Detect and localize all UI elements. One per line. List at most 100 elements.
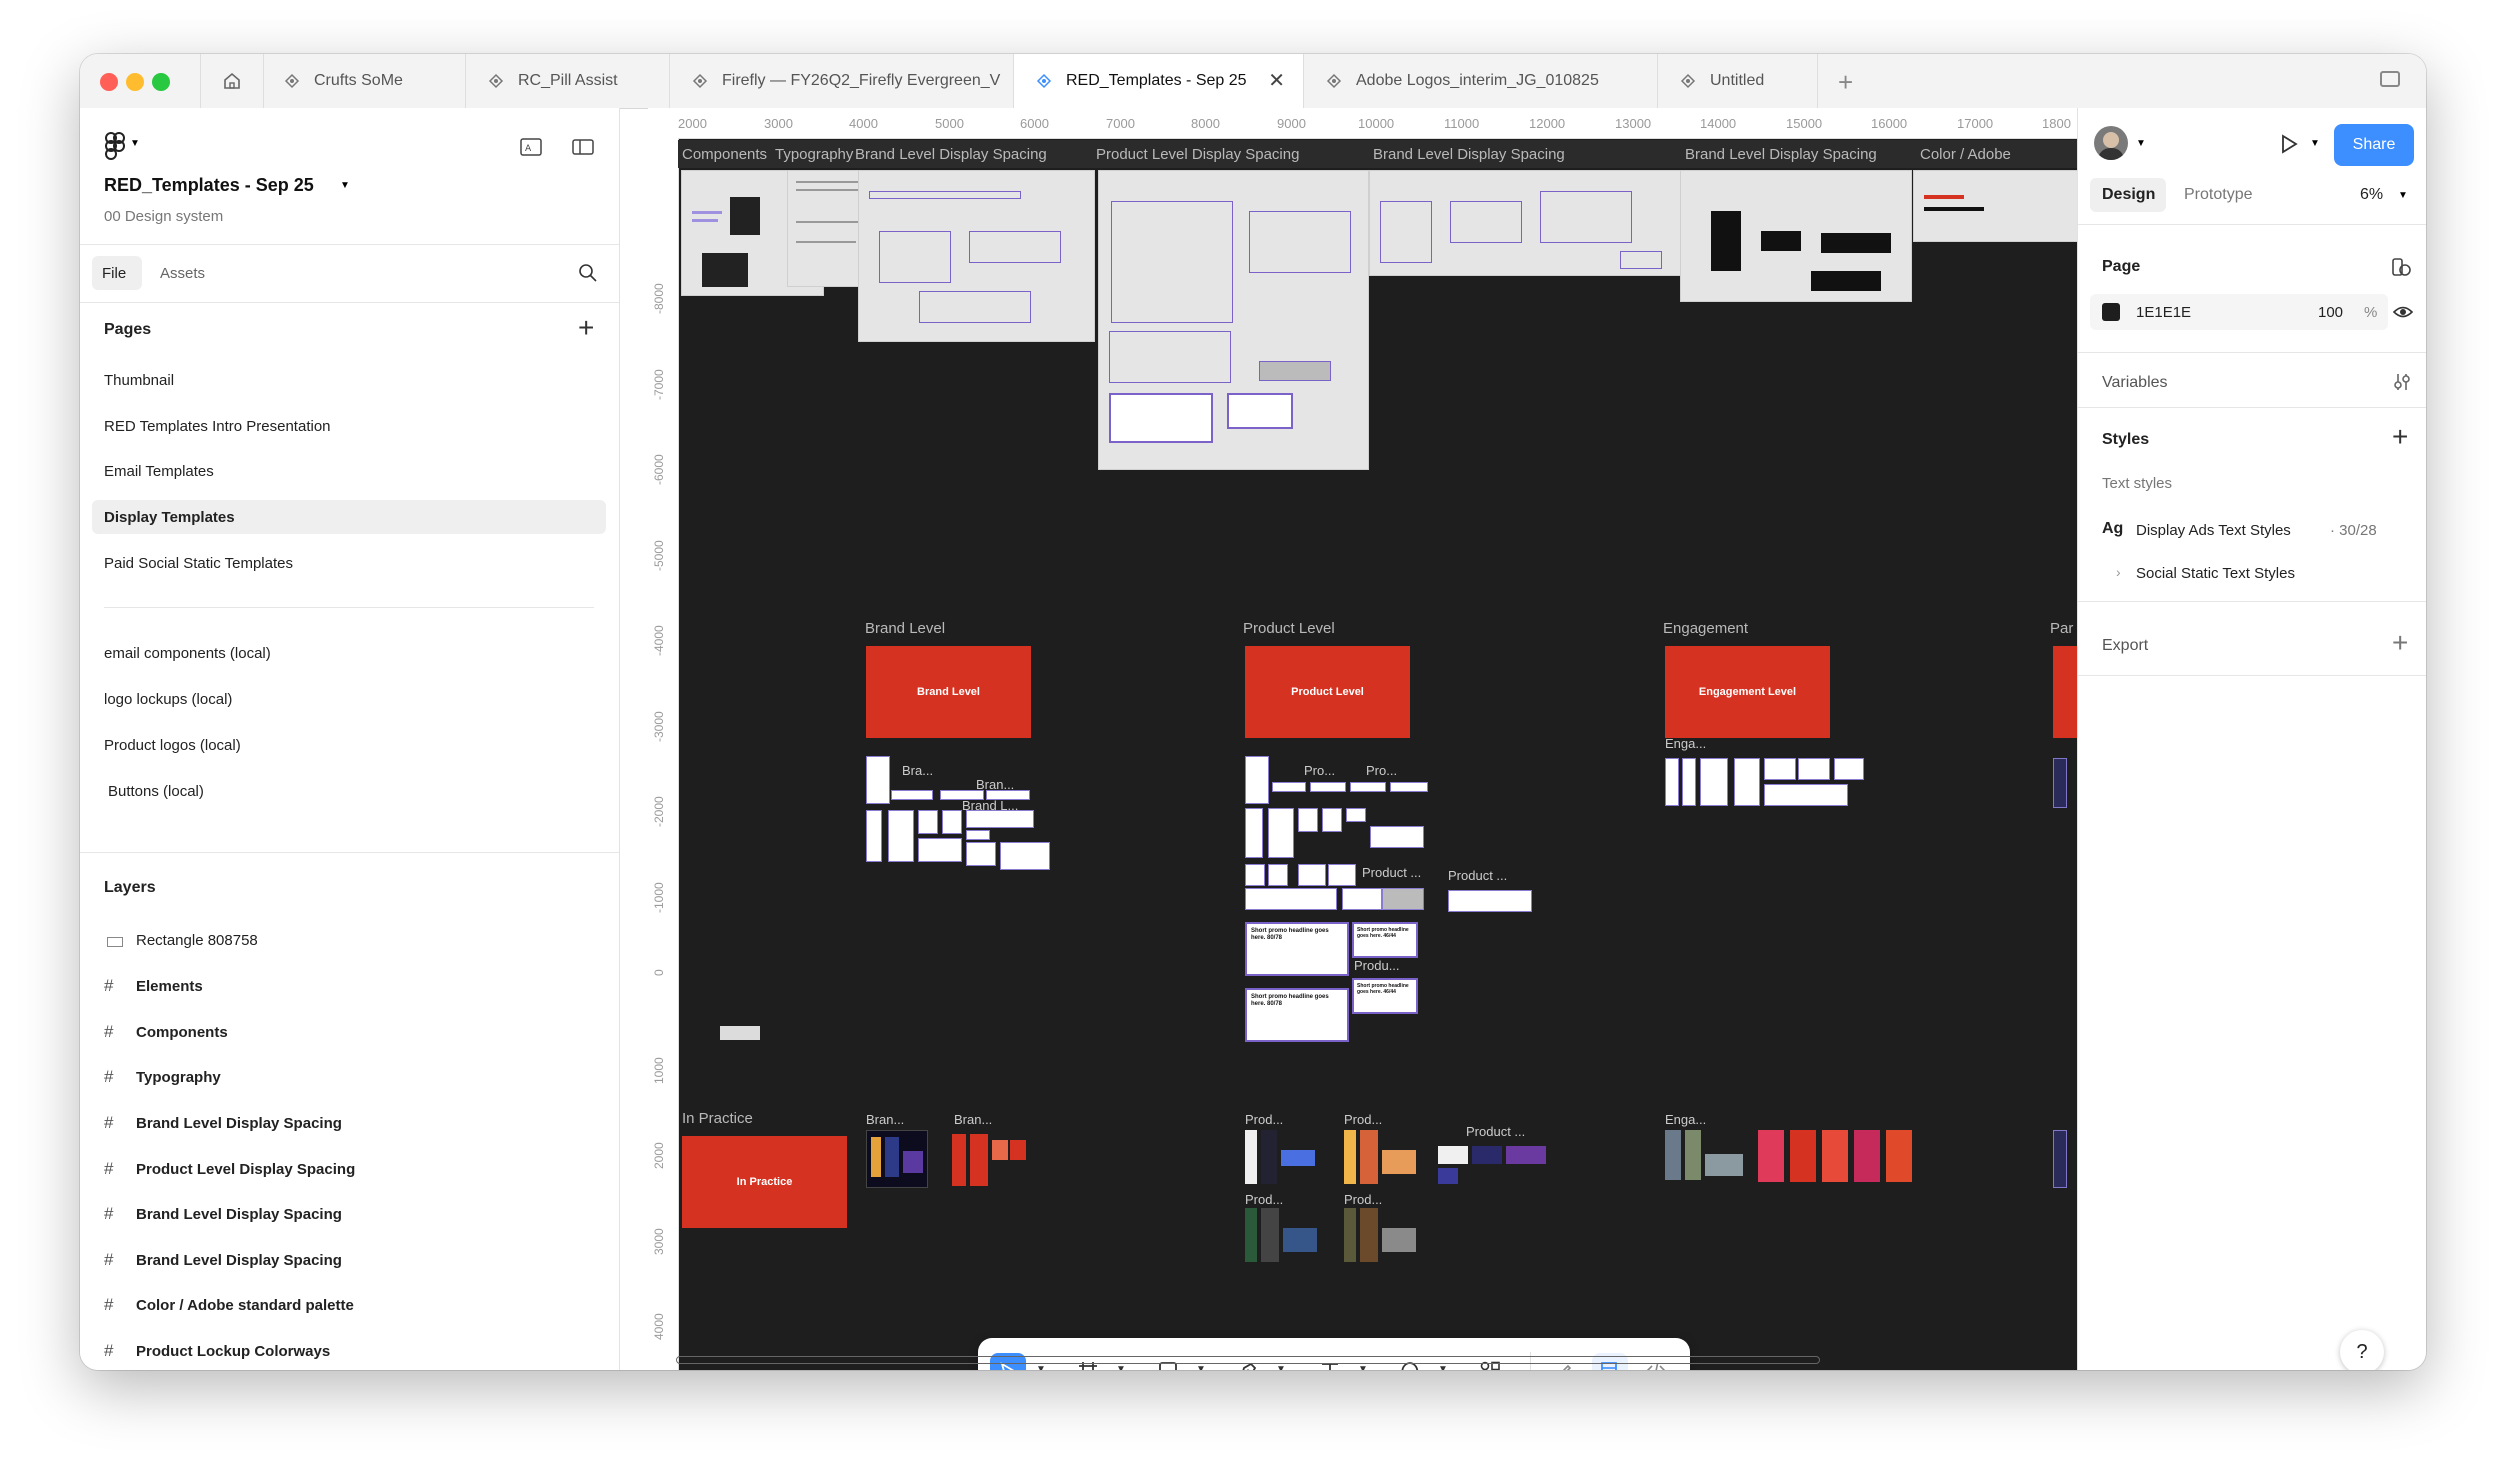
chevron-down-icon[interactable]: ▼ — [130, 138, 140, 149]
chevron-down-icon[interactable]: ▼ — [1358, 1364, 1368, 1370]
visibility-eye-icon[interactable] — [2392, 302, 2414, 322]
frame-label[interactable]: Enga... — [1665, 736, 1706, 751]
layer-item[interactable]: Brand Level Display Spacing — [136, 1206, 342, 1223]
layer-item[interactable]: Color / Adobe standard palette — [136, 1297, 354, 1314]
tab-prototype[interactable]: Prototype — [2184, 186, 2252, 204]
ad-thumbnail-partial[interactable] — [2053, 758, 2067, 808]
ad-thumbnail[interactable] — [1764, 758, 1796, 780]
export-header[interactable]: Export — [2102, 637, 2148, 655]
layer-item[interactable]: Typography — [136, 1069, 221, 1086]
tab-untitled[interactable]: Untitled — [1658, 54, 1818, 108]
frame-label[interactable]: Produ... — [1354, 958, 1400, 973]
tab-rc-pill[interactable]: RC_Pill Assist — [466, 54, 670, 108]
ad-preview-group[interactable] — [1438, 1146, 1548, 1186]
new-tab-icon[interactable]: + — [1838, 67, 1853, 98]
frame-label[interactable]: Prod... — [1344, 1192, 1382, 1207]
file-title[interactable]: RED_Templates - Sep 25 — [104, 175, 314, 196]
ad-thumbnail[interactable] — [1268, 808, 1294, 858]
ad-thumbnail[interactable] — [1382, 888, 1424, 910]
page-item-selected[interactable]: Display Templates — [104, 509, 235, 526]
card-in-practice[interactable]: In Practice — [682, 1136, 847, 1228]
frame-label[interactable]: Bran... — [866, 1112, 904, 1127]
project-name[interactable]: 00 Design system — [104, 208, 223, 225]
chevron-down-icon[interactable]: ▼ — [2398, 190, 2408, 201]
layer-item[interactable]: Product Level Display Spacing — [136, 1161, 355, 1178]
tab-adobe-logos[interactable]: Adobe Logos_interim_JG_010825 — [1304, 54, 1658, 108]
page-item[interactable]: Product logos (local) — [104, 737, 241, 754]
ad-thumbnail[interactable] — [866, 756, 890, 804]
ad-preview-group[interactable] — [1245, 1130, 1319, 1186]
page-style-icon[interactable] — [2390, 256, 2412, 278]
ad-thumbnail[interactable] — [966, 830, 990, 840]
ad-thumbnail[interactable] — [1346, 808, 1366, 822]
style-item[interactable]: Display Ads Text Styles — [2136, 522, 2291, 539]
search-icon[interactable] — [578, 263, 598, 283]
card-partial[interactable] — [2053, 646, 2077, 738]
ad-preview-group[interactable] — [1344, 1130, 1420, 1186]
style-group[interactable]: Social Static Text Styles — [2136, 565, 2295, 582]
frame-label[interactable]: Product ... — [1448, 868, 1507, 883]
card-product-level[interactable]: Product Level — [1245, 646, 1410, 738]
ad-thumbnail[interactable] — [918, 838, 962, 862]
section-label[interactable]: Brand Level — [865, 620, 945, 637]
tab-crufts[interactable]: Crufts SoMe — [262, 54, 466, 108]
ad-thumbnail[interactable] — [1370, 826, 1424, 848]
ad-thumbnail[interactable] — [1764, 784, 1848, 806]
zoom-window-button[interactable] — [152, 73, 170, 91]
ad-thumbnail[interactable] — [1390, 782, 1428, 792]
ad-thumbnail[interactable] — [888, 810, 914, 862]
ad-thumbnail[interactable] — [1272, 782, 1306, 792]
chevron-down-icon[interactable]: ▼ — [340, 180, 350, 191]
frame-brand-spacing-3[interactable] — [1680, 170, 1912, 302]
card-engagement-level[interactable]: Engagement Level — [1665, 646, 1830, 738]
ad-thumbnail[interactable] — [966, 810, 1034, 828]
font-icon[interactable]: A — [520, 138, 542, 156]
frame-label[interactable]: Brand Level Display Spacing — [1373, 146, 1565, 163]
ad-thumbnail-partial[interactable] — [2053, 1130, 2067, 1188]
ad-thumbnail[interactable] — [1245, 864, 1265, 886]
layer-item[interactable]: Product Lockup Colorways — [136, 1343, 330, 1360]
sidebar-toggle-icon[interactable] — [2380, 71, 2400, 87]
close-window-button[interactable] — [100, 73, 118, 91]
tab-file[interactable]: File — [102, 265, 126, 282]
ad-thumbnail[interactable] — [918, 810, 938, 834]
frame-label[interactable]: Prod... — [1245, 1112, 1283, 1127]
frame-brand-spacing-2[interactable] — [1369, 170, 1681, 276]
card-brand-level[interactable]: Brand Level — [866, 646, 1031, 738]
tab-design[interactable]: Design — [2102, 186, 2155, 204]
ad-thumbnail[interactable] — [1350, 782, 1386, 792]
ad-thumbnail[interactable] — [1700, 758, 1728, 806]
color-swatch[interactable] — [2102, 303, 2120, 321]
frame-label[interactable]: Product ... — [1466, 1124, 1525, 1139]
page-color-value[interactable]: 1E1E1E — [2136, 304, 2191, 321]
ad-thumbnail[interactable] — [1298, 864, 1326, 886]
frame-product-spacing[interactable] — [1098, 170, 1369, 470]
ad-thumbnail[interactable] — [1682, 758, 1696, 806]
ad-thumbnail[interactable] — [1310, 782, 1346, 792]
ad-preview-group[interactable] — [1758, 1130, 1918, 1184]
ad-preview-group[interactable] — [866, 1130, 928, 1188]
ad-thumbnail[interactable] — [1268, 864, 1288, 886]
tab-firefly[interactable]: Firefly — FY26Q2_Firefly Evergreen_V — [670, 54, 1014, 108]
ad-preview-group[interactable] — [952, 1130, 1028, 1186]
page-item[interactable]: Paid Social Static Templates — [104, 555, 293, 572]
frame-label[interactable]: Enga... — [1665, 1112, 1706, 1127]
ad-thumbnail[interactable] — [1328, 864, 1356, 886]
layer-item[interactable]: Brand Level Display Spacing — [136, 1252, 342, 1269]
chevron-down-icon[interactable]: ▼ — [1116, 1364, 1126, 1370]
ad-thumbnail[interactable] — [1245, 808, 1263, 858]
figma-menu-icon[interactable] — [104, 132, 126, 160]
ad-thumbnail[interactable] — [866, 810, 882, 862]
layer-item[interactable]: Components — [136, 1024, 228, 1041]
frame-label[interactable]: Pro... — [1304, 763, 1335, 778]
page-color-field[interactable] — [2090, 294, 2388, 330]
layer-item[interactable]: Elements — [136, 978, 203, 995]
ad-thumbnail[interactable] — [1245, 756, 1269, 804]
promo-ad-thumbnail[interactable]: Short promo headline goes here. 80/78 — [1245, 922, 1349, 976]
frame-label[interactable]: Product Level Display Spacing — [1096, 146, 1299, 163]
ad-preview-group[interactable] — [1344, 1208, 1420, 1264]
frame-label[interactable]: Brand Level Display Spacing — [1685, 146, 1877, 163]
frame-label[interactable]: Bran... — [954, 1112, 992, 1127]
ad-thumbnail[interactable] — [1342, 888, 1382, 910]
variables-icon[interactable] — [2392, 371, 2412, 393]
